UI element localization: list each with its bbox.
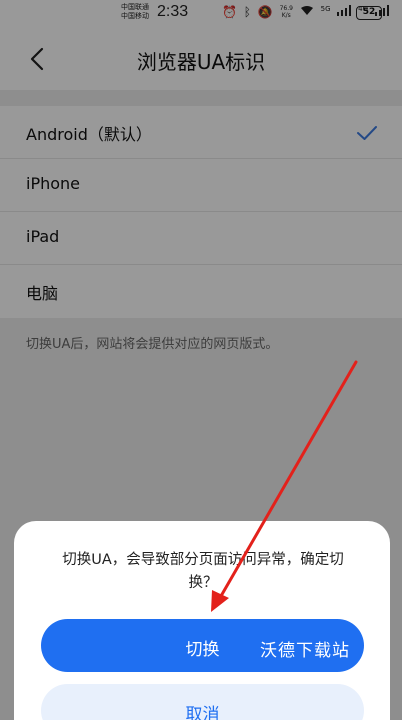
bluetooth-icon: ᛒ	[243, 5, 251, 19]
status-time: 2:33	[157, 3, 189, 20]
dialog-message: 切换UA，会导致部分页面访问异常，确定切换？	[62, 552, 344, 591]
cancel-button-label: 取消	[185, 705, 220, 720]
option-label: iPad	[26, 227, 60, 246]
cancel-button[interactable]: 取消	[41, 684, 364, 720]
ua-options-list: Android（默认） iPhone iPad 电脑	[0, 106, 402, 318]
option-desktop[interactable]: 电脑	[0, 265, 402, 318]
net-speed: 76.9 K/s	[280, 5, 293, 19]
carrier-info: 中国联通 中国移动	[121, 3, 149, 21]
net-speed-unit: K/s	[281, 12, 291, 19]
nav-bar: 浏览器UA标识	[0, 28, 402, 90]
signal-1-icon	[337, 5, 355, 19]
confirm-dialog: 切换UA，会导致部分页面访问异常，确定切换？ 切换 取消	[14, 521, 390, 720]
wifi-icon	[300, 5, 318, 19]
carrier-1: 中国联通	[121, 3, 149, 11]
alarm-icon: ⏰	[222, 5, 237, 19]
battery-icon: 52	[356, 6, 385, 20]
status-bar: 中国联通 中国移动 2:33 ⏰ ᛒ 🔕 76.9 K/s 5G 4G 52	[0, 0, 402, 28]
option-iphone[interactable]: iPhone	[0, 159, 402, 212]
page-title: 浏览器UA标识	[136, 50, 266, 74]
mute-icon: 🔕	[257, 5, 273, 19]
check-icon	[357, 126, 377, 140]
option-label: iPhone	[26, 174, 81, 193]
hint-text: 切换UA后，网站将会提供对应的网页版式。	[26, 337, 279, 352]
watermark: 沃德下载站	[260, 641, 350, 661]
option-label: 电脑	[26, 284, 59, 303]
option-android[interactable]: Android（默认）	[0, 106, 402, 159]
option-ipad[interactable]: iPad	[0, 212, 402, 265]
option-label: Android（默认）	[26, 125, 152, 144]
carrier-2: 中国移动	[121, 12, 149, 20]
net-speed-value: 76.9	[279, 5, 293, 12]
signal-1-label: 5G	[320, 5, 331, 13]
